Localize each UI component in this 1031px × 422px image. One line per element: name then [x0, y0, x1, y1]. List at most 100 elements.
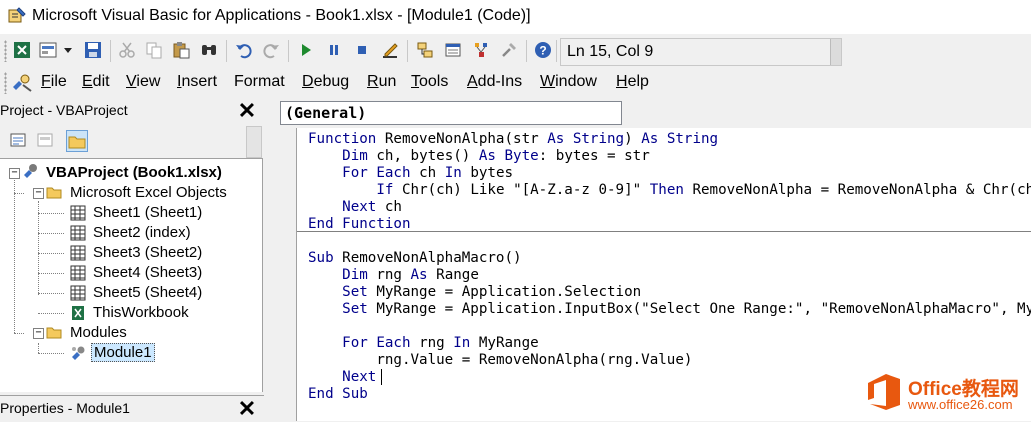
code-line[interactable]: Set MyRange = Application.Selection — [308, 284, 641, 301]
toggle-folders-icon[interactable] — [66, 130, 88, 152]
view-object-icon[interactable] — [35, 130, 55, 150]
code-keyword: Each — [376, 165, 411, 181]
code-line[interactable]: Next ch — [308, 199, 402, 216]
worksheet-icon — [70, 265, 86, 281]
code-line[interactable]: Dim rng As Range — [308, 267, 479, 284]
close-properties-window-icon[interactable]: ✕ — [236, 398, 258, 421]
code-keyword: Then — [649, 182, 684, 198]
code-keyword: Next — [342, 369, 377, 385]
code-keyword: Set — [342, 284, 368, 300]
code-line[interactable]: Sub RemoveNonAlphaMacro() — [308, 250, 522, 267]
reset-icon[interactable] — [353, 41, 371, 59]
undo-icon[interactable] — [235, 41, 253, 59]
tree-connector — [14, 193, 24, 194]
title-bar: Microsoft Visual Basic for Applications … — [0, 0, 1031, 34]
collapse-root-icon[interactable]: − — [9, 168, 20, 179]
vbaproject-label: VBAProject (Book1.xlsx) — [46, 164, 222, 181]
break-icon[interactable] — [325, 41, 343, 59]
code-line[interactable]: For Each ch In bytes — [308, 165, 513, 182]
toolbox-icon[interactable] — [500, 41, 518, 59]
code-line[interactable]: Set MyRange = Application.InputBox("Sele… — [308, 301, 1031, 318]
paste-icon[interactable] — [172, 41, 190, 59]
tree-item-sheet5[interactable]: Sheet5 (Sheet4) — [93, 283, 202, 303]
menu-help[interactable]: Help — [616, 73, 649, 91]
menu-tools[interactable]: Tools — [411, 73, 448, 91]
menu-view[interactable]: View — [126, 73, 160, 91]
help-icon[interactable]: ? — [534, 41, 552, 59]
menu-file[interactable]: File — [41, 73, 67, 91]
menu-add-ins[interactable]: Add-Ins — [467, 73, 522, 91]
cut-icon[interactable] — [118, 41, 136, 59]
toolbar-options-chevron-icon[interactable] — [830, 39, 841, 65]
code-keyword: Dim — [342, 148, 368, 164]
close-project-explorer-icon[interactable]: ✕ — [236, 100, 258, 123]
view-excel-icon[interactable] — [13, 41, 31, 59]
tree-item-sheet4[interactable]: Sheet4 (Sheet3) — [93, 263, 202, 283]
menu-accelerator: V — [126, 73, 137, 90]
menubar-grip[interactable] — [4, 72, 7, 94]
tree-item-excel-objects[interactable]: Microsoft Excel Objects — [70, 183, 227, 203]
code-margin-indicator-bar[interactable] — [280, 128, 296, 421]
menu-insert[interactable]: Insert — [177, 73, 217, 91]
menu-run[interactable]: Run — [367, 73, 396, 91]
worksheet-icon — [70, 285, 86, 301]
tree-item-thisworkbook[interactable]: ThisWorkbook — [93, 303, 189, 323]
tree-connector — [14, 173, 15, 333]
tree-item-modules[interactable]: Modules — [70, 323, 127, 343]
code-line[interactable]: End Function — [308, 216, 411, 233]
menu-window[interactable]: Window — [540, 73, 597, 91]
insert-userform-icon[interactable] — [39, 41, 57, 59]
collapse-modules-icon[interactable]: − — [33, 328, 44, 339]
menu-debug[interactable]: Debug — [302, 73, 349, 91]
code-line[interactable]: Next — [308, 369, 376, 386]
copy-icon[interactable] — [145, 41, 163, 59]
menu-edit[interactable]: Edit — [82, 73, 110, 91]
code-line[interactable]: End Sub — [308, 386, 368, 403]
collapse-excel-objects-icon[interactable]: − — [33, 188, 44, 199]
tree-item-vbaproject[interactable]: VBAProject (Book1.xlsx) — [46, 163, 222, 183]
tree-item-module1[interactable]: Module1 — [91, 343, 155, 363]
menu-format[interactable]: Format — [234, 73, 285, 91]
object-combo[interactable]: (General) — [280, 101, 622, 125]
find-icon[interactable] — [200, 41, 218, 59]
tree-item-sheet3[interactable]: Sheet3 (Sheet2) — [93, 243, 202, 263]
tree-connector — [38, 201, 39, 295]
menu-label-rest: iew — [136, 73, 161, 90]
office26-watermark: Office教程网 www.office26.com — [864, 370, 1031, 418]
code-line[interactable]: Dim ch, bytes() As Byte: bytes = str — [308, 148, 650, 165]
code-keyword: Sub — [342, 386, 368, 402]
toolbar-separator — [288, 40, 289, 62]
code-line[interactable]: rng.Value = RemoveNonAlpha(rng.Value) — [308, 352, 692, 369]
properties-window-icon[interactable] — [444, 41, 462, 59]
design-mode-icon[interactable] — [381, 41, 399, 59]
menu-accelerator: T — [411, 73, 419, 90]
vba-document-icon[interactable] — [11, 73, 33, 93]
project-scrollbar[interactable] — [246, 126, 262, 158]
code-keyword: For — [342, 165, 368, 181]
project-explorer-icon[interactable] — [416, 41, 434, 59]
svg-text:?: ? — [539, 44, 546, 58]
tree-item-sheet1[interactable]: Sheet1 (Sheet1) — [93, 203, 202, 223]
sheet-label: Sheet3 (Sheet2) — [93, 244, 203, 261]
view-code-icon[interactable] — [8, 130, 28, 150]
code-keyword: In — [444, 165, 462, 181]
code-keyword: Byte — [504, 148, 539, 164]
module-icon — [72, 346, 85, 360]
watermark-url: www.office26.com — [908, 397, 1013, 412]
cursor-location-box: Ln 15, Col 9 — [560, 38, 842, 66]
code-keyword: End — [308, 216, 334, 232]
object-browser-icon[interactable] — [472, 41, 490, 59]
code-keyword: Dim — [342, 267, 368, 283]
insert-dropdown-chevron-icon[interactable] — [62, 41, 74, 59]
code-line[interactable]: For Each rng In MyRange — [308, 335, 539, 352]
tree-item-sheet2[interactable]: Sheet2 (index) — [93, 223, 191, 243]
code-line[interactable]: If Chr(ch) Like "[A-Z.a-z 0-9]" Then Rem… — [308, 182, 1031, 199]
code-line[interactable]: Function RemoveNonAlpha(str As String) A… — [308, 131, 718, 148]
run-icon[interactable] — [297, 41, 315, 59]
redo-icon[interactable] — [262, 41, 280, 59]
save-icon[interactable] — [84, 41, 102, 59]
menu-accelerator: R — [367, 73, 379, 90]
worksheet-icon — [70, 205, 86, 221]
toolbar-grip[interactable] — [4, 40, 7, 62]
properties-window-header: Properties - Module1 — [0, 395, 264, 422]
